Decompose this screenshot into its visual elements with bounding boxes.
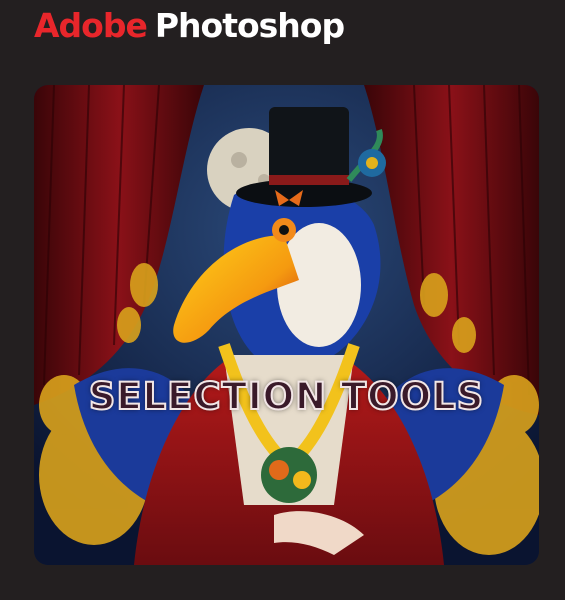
toucan-illustration <box>34 85 539 565</box>
brand-product: Photoshop <box>154 6 345 45</box>
hero-title: SELECTION TOOLS <box>88 374 485 419</box>
brand-company: Adobe <box>34 6 148 45</box>
hero-card: SELECTION TOOLS <box>34 85 539 565</box>
brand-logo: Adobe Photoshop <box>34 6 345 45</box>
white-face <box>277 223 361 347</box>
